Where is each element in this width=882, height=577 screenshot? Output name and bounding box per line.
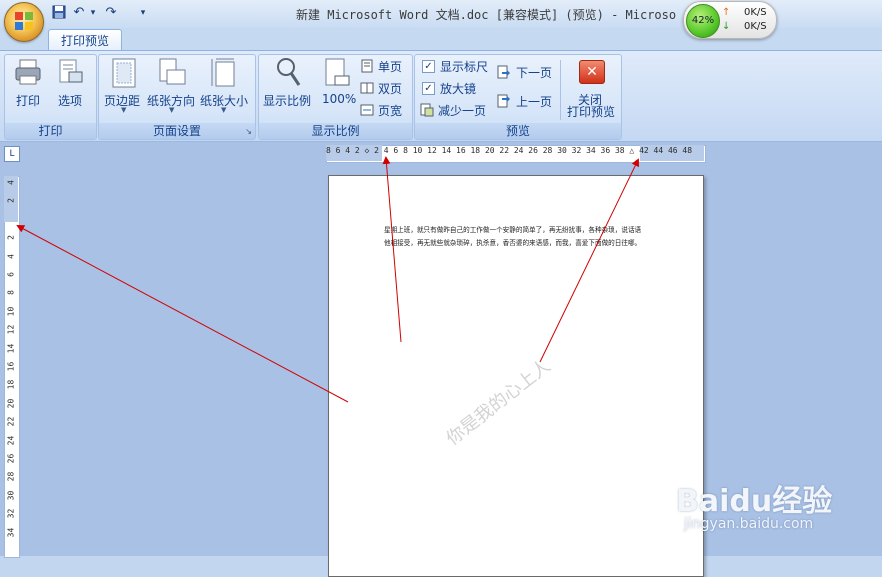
baidu-jingyan-logo: Baidu经验 xyxy=(676,484,833,519)
vertical-ruler-tick-label: 12 xyxy=(6,324,16,335)
next-page-label: 下一页 xyxy=(516,66,553,80)
vertical-ruler-tick-label: 20 xyxy=(6,398,16,409)
paper-size-icon xyxy=(211,58,235,87)
next-page-button[interactable]: 下一页 xyxy=(496,64,556,80)
vertical-ruler-tick-label: 34 xyxy=(6,527,16,537)
vertical-ruler-tick-label: 30 xyxy=(6,490,16,501)
vertical-ruler-tick-label: 4 xyxy=(6,253,16,259)
group-preview-label: 预览 xyxy=(415,123,621,139)
vertical-ruler-tick-label: 18 xyxy=(6,380,16,390)
vertical-ruler-tick-label: 10 xyxy=(6,306,16,317)
vertical-ruler-tick-label: 24 xyxy=(6,435,16,445)
save-icon[interactable] xyxy=(50,5,68,21)
margins-dropdown-icon: ▼ xyxy=(121,106,127,114)
magnifier-checkbox[interactable]: ✓ 放大镜 xyxy=(420,80,492,96)
vertical-ruler-tick-label: 6 xyxy=(6,272,16,277)
zoom-button[interactable]: 显示比例 xyxy=(262,56,314,112)
zoom-100-label: 100% xyxy=(322,92,357,106)
vertical-ruler-tick-label: 2 xyxy=(6,235,16,241)
download-speed: 0K/S xyxy=(744,21,767,32)
vertical-ruler-tick-label: 8 xyxy=(6,290,16,296)
tab-selector-icon[interactable]: L xyxy=(4,146,20,162)
show-ruler-checkbox[interactable]: ✓ 显示标尺 xyxy=(420,58,492,74)
office-button[interactable] xyxy=(4,2,44,42)
margins-button[interactable]: 页边距 ▼ xyxy=(102,56,146,116)
tab-print-preview[interactable]: 打印预览 xyxy=(48,29,122,52)
office-logo-icon xyxy=(15,12,33,30)
window-title: 新建 Microsoft Word 文档.doc [兼容模式] (预览) - M… xyxy=(296,8,677,22)
network-monitor[interactable]: 42% ↑ 0K/S ↓ 0K/S xyxy=(683,1,777,39)
previous-page-icon xyxy=(497,94,510,108)
undo-icon[interactable]: ↶ xyxy=(72,5,86,21)
magnifier-check-icon: ✓ xyxy=(422,82,435,95)
close-label-line2: 打印预览 xyxy=(567,105,616,119)
page-100-icon xyxy=(325,58,350,86)
options-label: 选项 xyxy=(58,94,83,108)
two-pages-button[interactable]: 双页 xyxy=(360,80,408,96)
show-ruler-label: 显示标尺 xyxy=(440,60,489,74)
group-print-label: 打印 xyxy=(5,123,96,139)
size-dropdown-icon: ▼ xyxy=(221,106,227,114)
vertical-ruler-tick-label: 16 xyxy=(6,361,16,372)
options-icon xyxy=(59,59,83,83)
upload-speed: 0K/S xyxy=(744,7,767,18)
orientation-dropdown-icon: ▼ xyxy=(169,106,175,114)
two-pages-icon xyxy=(360,82,374,94)
zoom-label: 显示比例 xyxy=(263,94,312,108)
zoom-100-button[interactable]: 100% xyxy=(318,56,357,112)
network-usage-gauge: 42% xyxy=(686,4,720,38)
vertical-ruler-numbers: 4 2 2 4 6 8 10 12 14 16 18 20 22 24 26 28 30 32 34 xyxy=(4,178,18,556)
vertical-ruler-tick-label: 22 xyxy=(6,416,16,427)
group-zoom-label: 显示比例 xyxy=(259,123,412,139)
options-button[interactable]: 选项 xyxy=(52,56,90,112)
vertical-ruler-tick-label: 32 xyxy=(6,508,16,519)
printer-icon xyxy=(15,59,41,85)
magnifier-icon xyxy=(277,58,301,86)
margins-icon xyxy=(112,58,136,88)
vertical-ruler-tick-label: 26 xyxy=(6,453,16,464)
one-page-icon xyxy=(361,59,373,73)
shrink-page-icon xyxy=(420,103,434,117)
show-ruler-check-icon: ✓ xyxy=(422,60,435,73)
baidu-jingyan-url: jingyan.baidu.com xyxy=(684,516,814,532)
page-width-button[interactable]: 页宽 xyxy=(360,102,408,118)
size-button[interactable]: 纸张大小 ▼ xyxy=(198,56,250,116)
customize-quick-access-icon[interactable]: ▾ xyxy=(138,5,148,21)
download-arrow-icon: ↓ xyxy=(722,21,731,32)
one-page-label: 单页 xyxy=(378,60,403,74)
orientation-icon xyxy=(159,58,186,85)
one-page-button[interactable]: 单页 xyxy=(360,58,408,74)
group-page-setup-label: 页面设置 xyxy=(99,123,255,139)
page-width-label: 页宽 xyxy=(378,104,403,118)
two-pages-label: 双页 xyxy=(378,82,403,96)
upload-arrow-icon: ↑ xyxy=(722,7,731,18)
magnifier-label: 放大镜 xyxy=(440,82,477,96)
print-label: 打印 xyxy=(16,94,41,108)
print-button[interactable]: 打印 xyxy=(8,56,48,112)
redo-icon[interactable]: ↷ xyxy=(104,5,118,21)
shrink-one-page-button[interactable]: 减少一页 xyxy=(420,102,492,118)
undo-dropdown-icon[interactable]: ▾ xyxy=(88,5,98,21)
previous-page-label: 上一页 xyxy=(516,95,553,109)
next-page-icon xyxy=(497,65,510,79)
vertical-ruler-tick-label: 2 xyxy=(6,198,16,204)
close-print-preview-button[interactable]: ✕ 关闭 打印预览 xyxy=(564,58,618,120)
previous-page-button[interactable]: 上一页 xyxy=(496,93,556,109)
dialog-launcher-icon[interactable]: ↘ xyxy=(245,127,252,136)
close-icon: ✕ xyxy=(579,60,605,84)
orientation-button[interactable]: 纸张方向 ▼ xyxy=(146,56,198,116)
preview-separator xyxy=(560,60,561,120)
document-text: 星期上班，就只有做昨自己的工作做一个安静的简单了，再无纷扰事，各种杂琐，说话语他… xyxy=(384,226,642,247)
vertical-ruler-tick-label: 28 xyxy=(6,472,16,482)
vertical-ruler-tick-label: 4 xyxy=(6,180,16,185)
page-width-icon xyxy=(360,104,374,116)
shrink-one-page-label: 减少一页 xyxy=(438,104,487,118)
vertical-ruler-tick-label: 14 xyxy=(6,343,16,353)
horizontal-ruler-numbers: 8 6 4 2 ◇ 2 4 6 8 10 12 14 16 18 20 22 2… xyxy=(326,146,693,155)
